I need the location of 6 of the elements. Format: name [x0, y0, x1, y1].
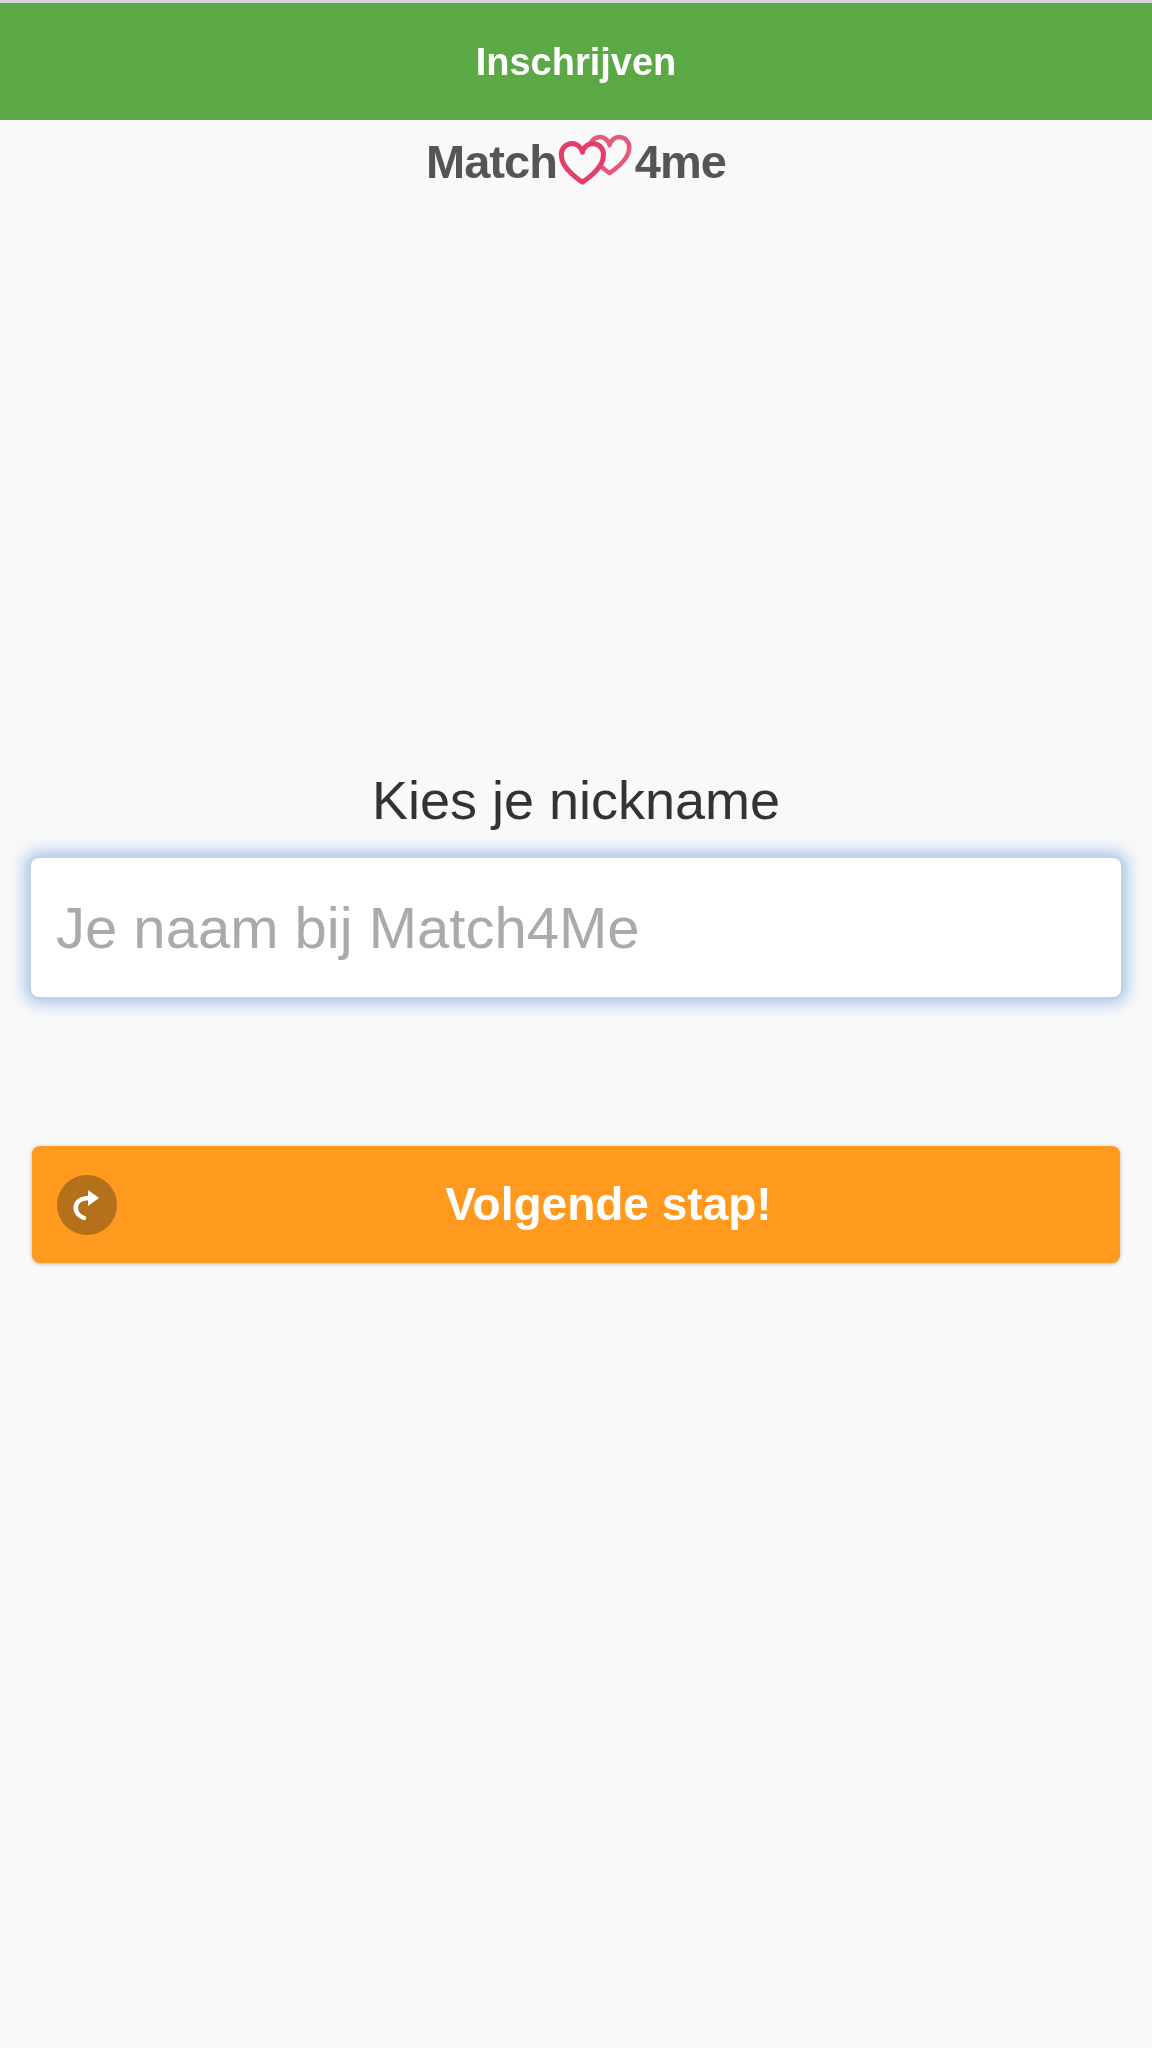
nickname-input[interactable]: Je naam bij Match4Me: [29, 856, 1123, 999]
next-step-button[interactable]: Volgende stap!: [32, 1146, 1120, 1263]
header-title: Inschrijven: [475, 39, 677, 85]
nickname-label: Kies je nickname: [371, 769, 781, 831]
logo-text: 4me: [634, 134, 726, 190]
logo-text: Match: [426, 134, 557, 190]
